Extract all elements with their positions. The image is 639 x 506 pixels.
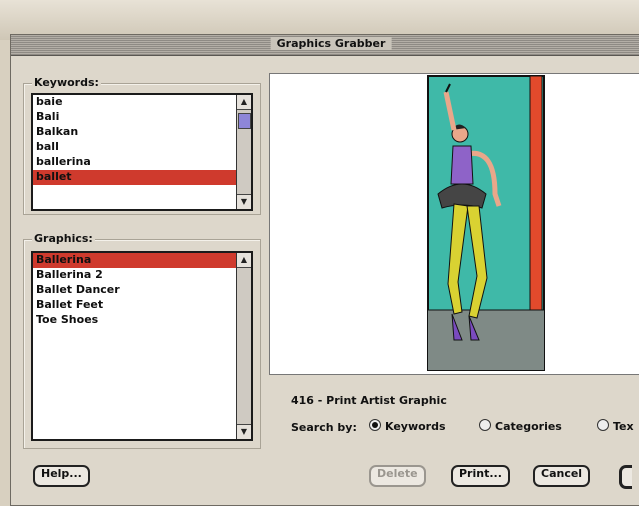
title-bar[interactable]: Graphics Grabber — [11, 35, 639, 56]
radio-label: Tex — [613, 420, 634, 433]
print-button[interactable]: Print... — [451, 465, 510, 487]
graphics-grabber-dialog: Graphics Grabber Keywords: baie Bali Bal… — [10, 34, 639, 506]
radio-unselected-icon — [479, 419, 491, 431]
ballerina-graphic — [427, 75, 545, 371]
list-item[interactable]: Balkan — [33, 125, 251, 140]
radio-categories[interactable]: Categories — [479, 419, 562, 433]
list-item[interactable]: baie — [33, 95, 251, 110]
list-item[interactable]: Ballerina 2 — [33, 268, 251, 283]
graphics-scrollbar[interactable]: ▲ ▼ — [236, 253, 251, 439]
default-button-edge[interactable] — [619, 465, 632, 489]
graphics-list[interactable]: Ballerina Ballerina 2 Ballet Dancer Ball… — [31, 251, 253, 441]
radio-unselected-icon — [597, 419, 609, 431]
list-item[interactable]: Ballet Dancer — [33, 283, 251, 298]
search-by-label: Search by: — [291, 421, 357, 434]
list-item-selected[interactable]: Ballerina — [33, 253, 237, 268]
scroll-thumb[interactable] — [238, 113, 251, 129]
graphics-label: Graphics: — [32, 232, 95, 245]
radio-label: Categories — [495, 420, 562, 433]
scroll-up-arrow-icon[interactable]: ▲ — [237, 253, 251, 268]
radio-selected-icon — [369, 419, 381, 431]
graphic-caption: 416 - Print Artist Graphic — [291, 394, 447, 407]
list-item[interactable]: ball — [33, 140, 251, 155]
scroll-up-arrow-icon[interactable]: ▲ — [237, 95, 251, 110]
radio-keywords[interactable]: Keywords — [369, 419, 446, 433]
list-item[interactable]: Toe Shoes — [33, 313, 251, 328]
list-item-selected[interactable]: ballet — [33, 170, 237, 185]
scroll-down-arrow-icon[interactable]: ▼ — [237, 194, 251, 209]
help-button[interactable]: Help... — [33, 465, 90, 487]
radio-text[interactable]: Tex — [597, 419, 634, 433]
radio-label: Keywords — [385, 420, 446, 433]
keywords-scrollbar[interactable]: ▲ ▼ — [236, 95, 251, 209]
delete-button[interactable]: Delete — [369, 465, 426, 487]
keywords-list[interactable]: baie Bali Balkan ball ballerina ballet ▲… — [31, 93, 253, 211]
list-item[interactable]: Ballet Feet — [33, 298, 251, 313]
cancel-button[interactable]: Cancel — [533, 465, 591, 487]
window-title: Graphics Grabber — [270, 37, 392, 50]
list-item[interactable]: Bali — [33, 110, 251, 125]
list-item[interactable]: ballerina — [33, 155, 251, 170]
scroll-down-arrow-icon[interactable]: ▼ — [237, 424, 251, 439]
graphic-preview — [269, 73, 639, 375]
keywords-label: Keywords: — [32, 76, 101, 89]
